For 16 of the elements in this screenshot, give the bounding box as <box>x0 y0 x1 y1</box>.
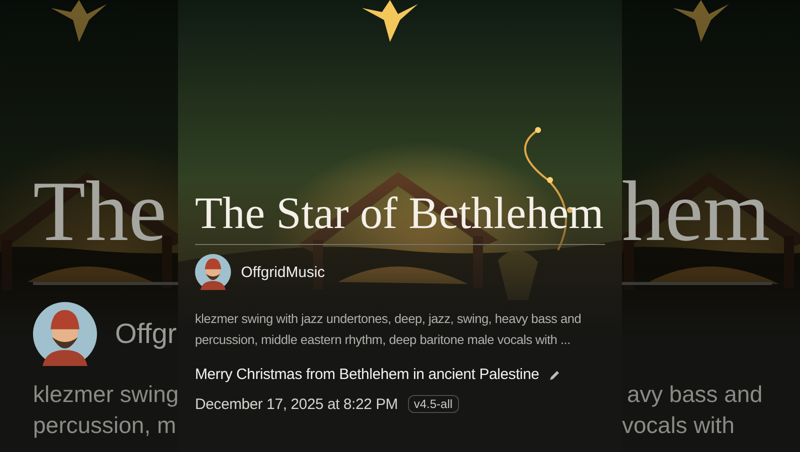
backdrop-title: The <box>33 168 168 254</box>
avatar <box>195 254 231 290</box>
backdrop-description-line: klezmer swing <box>33 380 178 409</box>
song-title: The Star of Bethlehem <box>195 188 605 238</box>
backdrop-description-line: percussion, m <box>33 410 178 440</box>
avatar <box>33 302 97 366</box>
creation-date: December 17, 2025 at 8:22 PM <box>195 396 398 413</box>
edit-icon[interactable] <box>549 368 562 381</box>
song-caption: Merry Christmas from Bethlehem in ancient Palestine <box>195 366 540 384</box>
author-name[interactable]: OffgridMusic <box>241 264 325 281</box>
backdrop-description-line: vocals with <box>622 410 736 440</box>
backdrop-title: hem <box>622 168 772 254</box>
backdrop-description-line: avy bass and <box>627 380 764 409</box>
version-badge: v4.5-all <box>408 395 459 414</box>
backdrop-author-name: Offgr <box>115 318 177 350</box>
song-description: klezmer swing with jazz undertones, deep, jazz, swing, heavy bass and percussion, middle eastern rhythm, deep baritone male vocals with ... <box>195 310 582 350</box>
